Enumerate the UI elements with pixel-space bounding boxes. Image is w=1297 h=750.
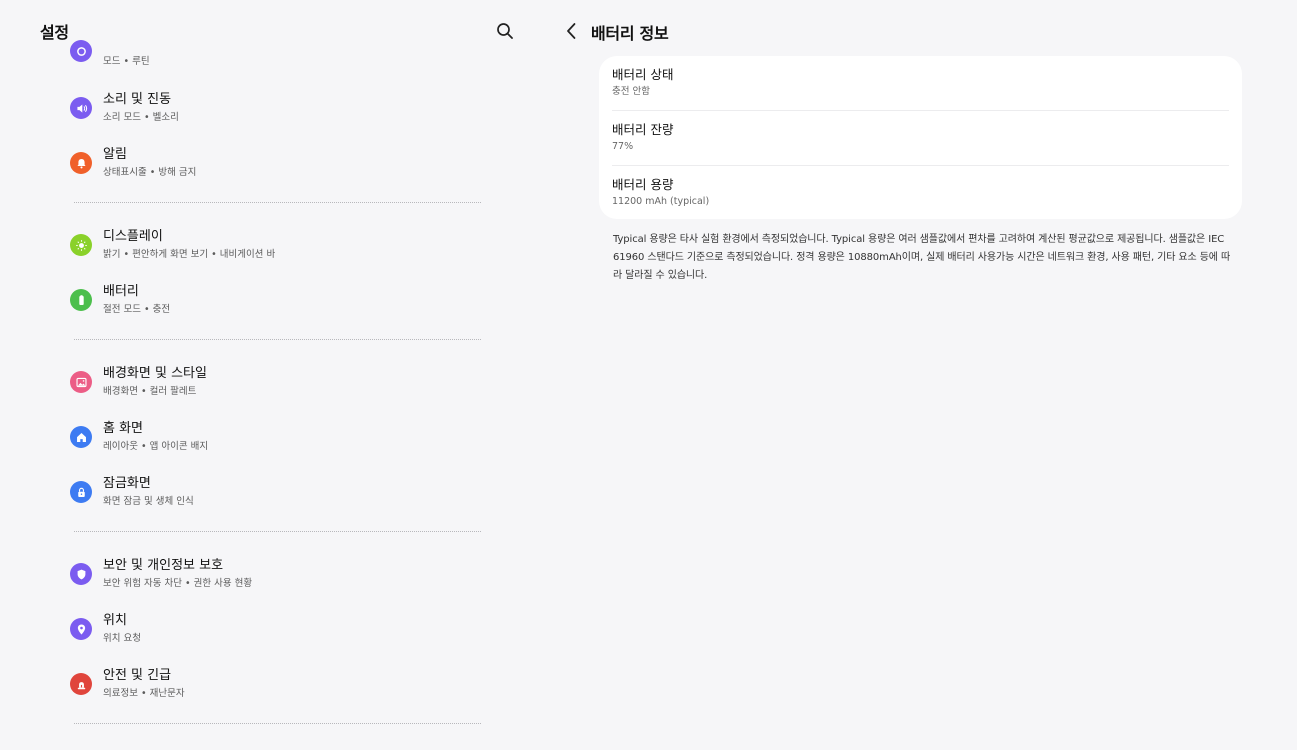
battery-status-row[interactable]: 배터리 상태 충전 안함 [612,56,1229,110]
battery-capacity-row[interactable]: 배터리 용량 11200 mAh (typical) [612,166,1229,220]
siren-icon [70,673,92,695]
section-divider [74,531,481,532]
detail-title: 배터리 정보 [591,24,669,43]
settings-item-home-screen[interactable]: 홈 화면 레이아웃 • 앱 아이콘 배지 [70,420,490,460]
settings-item-subtitle: 배경화면 • 컬러 팔레트 [103,386,197,397]
modes-icon [70,40,92,62]
page-title: 설정 [40,23,69,42]
lock-icon [70,481,92,503]
settings-screen: 모드 • 루틴 소리 및 진동 소리 모드 • 벨소리 알림 상태표시줄 • 방… [0,0,1297,750]
battery-icon [70,289,92,311]
settings-item-subtitle: 의료정보 • 재난문자 [103,688,185,699]
settings-item-title: 잠금화면 [103,476,151,491]
settings-item-subtitle: 화면 잠금 및 생체 인식 [103,496,194,507]
settings-item-battery[interactable]: 배터리 절전 모드 • 충전 [70,283,490,323]
settings-item-subtitle: 보안 위험 자동 차단 • 권한 사용 현황 [103,578,253,589]
back-arrow-icon[interactable] [560,19,584,43]
settings-item-title: 보안 및 개인정보 보호 [103,558,224,573]
bell-icon [70,152,92,174]
settings-header: 설정 [40,19,520,43]
settings-item-title: 홈 화면 [103,421,144,436]
settings-item-subtitle: 모드 • 루틴 [103,56,150,67]
settings-item-title: 소리 및 진동 [103,92,172,107]
settings-item-subtitle: 절전 모드 • 충전 [103,304,171,315]
settings-item-modes-routines[interactable]: 모드 • 루틴 [70,40,490,81]
settings-item-notifications[interactable]: 알림 상태표시줄 • 방해 금지 [70,146,490,186]
location-pin-icon [70,618,92,640]
settings-item-sound-vibration[interactable]: 소리 및 진동 소리 모드 • 벨소리 [70,91,490,131]
settings-item-security-privacy[interactable]: 보안 및 개인정보 보호 보안 위험 자동 차단 • 권한 사용 현황 [70,557,490,597]
settings-item-subtitle: 소리 모드 • 벨소리 [103,112,179,123]
row-value: 77% [612,141,634,152]
home-icon [70,426,92,448]
capacity-description: Typical 용량은 타사 실험 환경에서 측정되었습니다. Typical … [613,234,1231,281]
settings-item-title: 배터리 [103,284,139,299]
shield-icon [70,563,92,585]
battery-level-row[interactable]: 배터리 잔량 77% [612,111,1229,165]
settings-item-subtitle: 위치 요청 [103,633,141,644]
settings-item-subtitle: 상태표시줄 • 방해 금지 [103,167,197,178]
settings-item-safety-emergency[interactable]: 안전 및 긴급 의료정보 • 재난문자 [70,667,490,707]
image-icon [70,371,92,393]
speaker-icon [70,97,92,119]
settings-item-wallpaper-style[interactable]: 배경화면 및 스타일 배경화면 • 컬러 팔레트 [70,365,490,405]
section-divider [74,202,481,203]
settings-item-display[interactable]: 디스플레이 밝기 • 편안하게 화면 보기 • 내비게이션 바 [70,228,490,268]
sun-icon [70,234,92,256]
row-value: 11200 mAh (typical) [612,196,710,207]
settings-item-location[interactable]: 위치 위치 요청 [70,612,490,652]
section-divider [74,723,481,724]
row-title: 배터리 상태 [612,67,674,82]
battery-info-card: 배터리 상태 충전 안함 배터리 잔량 77% 배터리 용량 11200 mAh… [599,56,1242,219]
settings-list-pane: 모드 • 루틴 소리 및 진동 소리 모드 • 벨소리 알림 상태표시줄 • 방… [0,0,540,750]
settings-item-title: 안전 및 긴급 [103,668,172,683]
section-divider [74,339,481,340]
row-title: 배터리 용량 [612,177,674,192]
settings-item-subtitle: 레이아웃 • 앱 아이콘 배지 [103,441,209,452]
row-value: 충전 안함 [612,86,650,97]
settings-item-lock-screen[interactable]: 잠금화면 화면 잠금 및 생체 인식 [70,475,490,515]
settings-item-title: 배경화면 및 스타일 [103,366,207,381]
settings-item-title: 디스플레이 [103,229,163,244]
settings-item-title: 위치 [103,613,127,628]
search-icon[interactable] [493,19,517,43]
settings-item-subtitle: 밝기 • 편안하게 화면 보기 • 내비게이션 바 [103,249,276,260]
row-title: 배터리 잔량 [612,122,674,137]
settings-item-title: 알림 [103,147,127,162]
